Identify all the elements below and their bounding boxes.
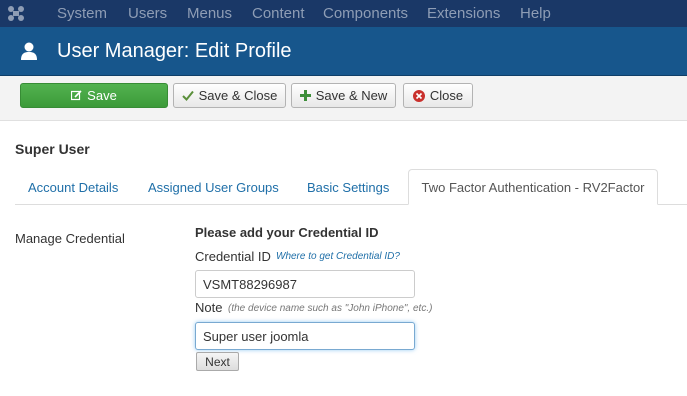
- close-label: Close: [429, 88, 464, 103]
- menu-extensions[interactable]: Extensions: [427, 5, 500, 22]
- manage-credential-label: Manage Credential: [15, 231, 125, 246]
- menu-system[interactable]: System: [57, 5, 107, 22]
- edit-icon: [71, 90, 82, 101]
- tab-account-details[interactable]: Account Details: [28, 180, 118, 195]
- tab-assigned-user-groups[interactable]: Assigned User Groups: [148, 180, 279, 195]
- check-icon: [181, 90, 194, 101]
- page-title: User Manager: Edit Profile: [57, 40, 292, 62]
- save-close-button[interactable]: Save & Close: [173, 83, 286, 108]
- menu-components[interactable]: Components: [323, 5, 408, 22]
- menu-users[interactable]: Users: [128, 5, 167, 22]
- form-title: Please add your Credential ID: [195, 225, 379, 240]
- menu-menus[interactable]: Menus: [187, 5, 232, 22]
- note-label: Note: [195, 300, 223, 315]
- note-hint: (the device name such as "John iPhone", …: [228, 303, 433, 314]
- section-title: Super User: [15, 141, 90, 157]
- joomla-logo-icon[interactable]: [6, 4, 26, 23]
- save-close-label: Save & Close: [198, 88, 278, 103]
- save-new-button[interactable]: Save & New: [291, 83, 396, 108]
- next-button[interactable]: Next: [196, 352, 239, 371]
- menu-help[interactable]: Help: [520, 5, 551, 22]
- credential-id-label: Credential ID: [195, 249, 271, 264]
- tab-basic-settings[interactable]: Basic Settings: [307, 180, 389, 195]
- close-icon: [412, 89, 425, 102]
- menu-content[interactable]: Content: [252, 5, 305, 22]
- credential-id-input[interactable]: [195, 270, 415, 298]
- save-button[interactable]: Save: [20, 83, 168, 108]
- tab-two-factor-authentication[interactable]: Two Factor Authentication - RV2Factor: [408, 169, 658, 205]
- credential-help-link[interactable]: Where to get Credential ID?: [276, 251, 400, 262]
- close-button[interactable]: Close: [403, 83, 473, 108]
- note-input[interactable]: [195, 322, 415, 350]
- plus-icon: [299, 90, 311, 101]
- save-new-label: Save & New: [315, 88, 388, 103]
- user-icon: [19, 41, 39, 61]
- save-label: Save: [87, 88, 117, 103]
